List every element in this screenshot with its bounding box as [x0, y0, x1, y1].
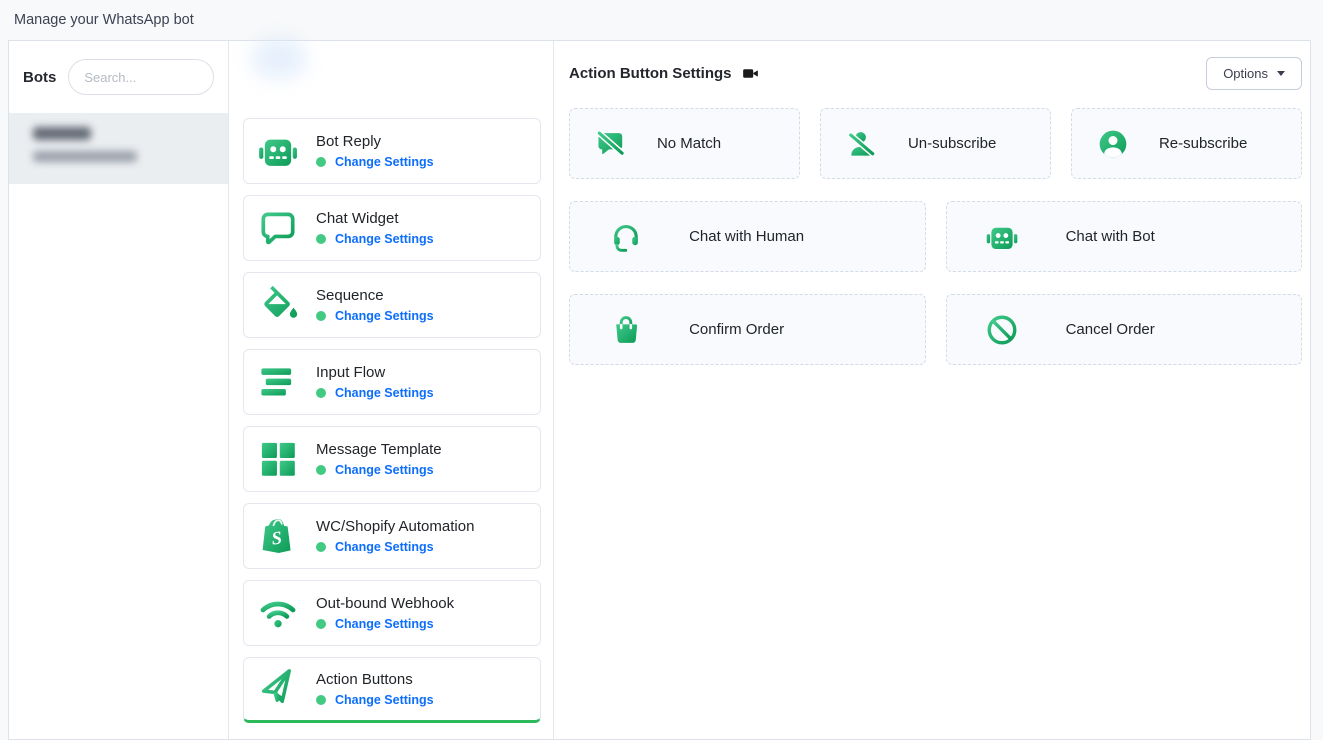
status-dot [316, 234, 326, 244]
feature-title: Chat Widget [316, 210, 434, 227]
wifi-icon [256, 591, 300, 635]
options-button[interactable]: Options [1206, 57, 1302, 90]
bot-list-item-selected[interactable] [9, 113, 228, 184]
status-dot [316, 695, 326, 705]
paper-plane-icon [256, 667, 300, 711]
action-no-match[interactable]: No Match [569, 108, 800, 179]
status-dot [316, 619, 326, 629]
status-dot [316, 157, 326, 167]
action-label: Chat with Human [689, 228, 804, 245]
grid-icon [256, 437, 300, 481]
status-dot [316, 311, 326, 321]
bots-label: Bots [23, 69, 56, 86]
status-dot [316, 542, 326, 552]
action-label: Confirm Order [689, 321, 784, 338]
robot-icon [985, 220, 1019, 254]
action-label: No Match [657, 135, 721, 152]
action-un-subscribe[interactable]: Un-subscribe [820, 108, 1051, 179]
change-settings-link[interactable]: Change Settings [335, 617, 434, 631]
feature-title: Message Template [316, 441, 442, 458]
prohibited-icon [985, 313, 1019, 347]
feature-title: Input Flow [316, 364, 434, 381]
action-buttons-grid: No Match Un-subscribe Re-subscribe [569, 108, 1302, 365]
action-label: Re-subscribe [1159, 135, 1247, 152]
main-container: Bots Bot Reply Change Settings [8, 40, 1311, 740]
feature-title: Action Buttons [316, 671, 434, 688]
feature-title: Bot Reply [316, 133, 434, 150]
feature-card-outbound-webhook[interactable]: Out-bound Webhook Change Settings [243, 580, 541, 646]
shopify-icon: S [256, 514, 300, 558]
action-button-settings-panel: Action Button Settings Options No Match [554, 41, 1310, 739]
headset-icon [609, 220, 643, 254]
feature-card-chat-widget[interactable]: Chat Widget Change Settings [243, 195, 541, 261]
shopping-bag-icon [609, 313, 643, 347]
action-confirm-order[interactable]: Confirm Order [569, 294, 926, 365]
feature-card-sequence[interactable]: Sequence Change Settings [243, 272, 541, 338]
feature-column: Bot Reply Change Settings Chat Widget Ch… [229, 41, 554, 739]
bots-sidebar: Bots [9, 41, 229, 739]
action-chat-with-bot[interactable]: Chat with Bot [946, 201, 1303, 272]
change-settings-link[interactable]: Change Settings [335, 693, 434, 707]
action-re-subscribe[interactable]: Re-subscribe [1071, 108, 1302, 179]
feature-title: Out-bound Webhook [316, 595, 454, 612]
panel-title: Action Button Settings [569, 65, 731, 82]
feature-card-action-buttons[interactable]: Action Buttons Change Settings [243, 657, 541, 723]
video-camera-icon[interactable] [742, 65, 759, 82]
blurred-blob [251, 37, 307, 79]
sidebar-header: Bots [9, 41, 228, 113]
action-label: Un-subscribe [908, 135, 996, 152]
change-settings-link[interactable]: Change Settings [335, 155, 434, 169]
bot-search-input[interactable] [68, 59, 214, 95]
panel-header: Action Button Settings Options [569, 57, 1302, 89]
feature-title: WC/Shopify Automation [316, 518, 474, 535]
bot-phone-redacted [33, 151, 137, 162]
action-label: Chat with Bot [1066, 228, 1155, 245]
top-header-bar: Manage your WhatsApp bot [0, 0, 1323, 40]
paint-bucket-icon [256, 283, 300, 327]
feature-card-bot-reply[interactable]: Bot Reply Change Settings [243, 118, 541, 184]
status-dot [316, 388, 326, 398]
feature-card-input-flow[interactable]: Input Flow Change Settings [243, 349, 541, 415]
robot-icon [256, 129, 300, 173]
status-dot [316, 465, 326, 475]
bars-icon [256, 360, 300, 404]
feature-card-shopify-automation[interactable]: S WC/Shopify Automation Change Settings [243, 503, 541, 569]
change-settings-link[interactable]: Change Settings [335, 386, 434, 400]
feature-title: Sequence [316, 287, 434, 304]
action-label: Cancel Order [1066, 321, 1155, 338]
user-circle-icon [1097, 128, 1129, 160]
bot-name-redacted [33, 127, 91, 140]
change-settings-link[interactable]: Change Settings [335, 540, 434, 554]
change-settings-link[interactable]: Change Settings [335, 232, 434, 246]
page-title: Manage your WhatsApp bot [14, 12, 194, 28]
chat-bubble-icon [256, 206, 300, 250]
feature-card-list: Bot Reply Change Settings Chat Widget Ch… [243, 118, 541, 723]
action-chat-with-human[interactable]: Chat with Human [569, 201, 926, 272]
feature-card-message-template[interactable]: Message Template Change Settings [243, 426, 541, 492]
options-button-label: Options [1223, 66, 1268, 81]
change-settings-link[interactable]: Change Settings [335, 463, 434, 477]
chevron-down-icon [1277, 71, 1285, 76]
action-cancel-order[interactable]: Cancel Order [946, 294, 1303, 365]
user-slash-icon [846, 128, 878, 160]
change-settings-link[interactable]: Change Settings [335, 309, 434, 323]
chat-slash-icon [595, 128, 627, 160]
